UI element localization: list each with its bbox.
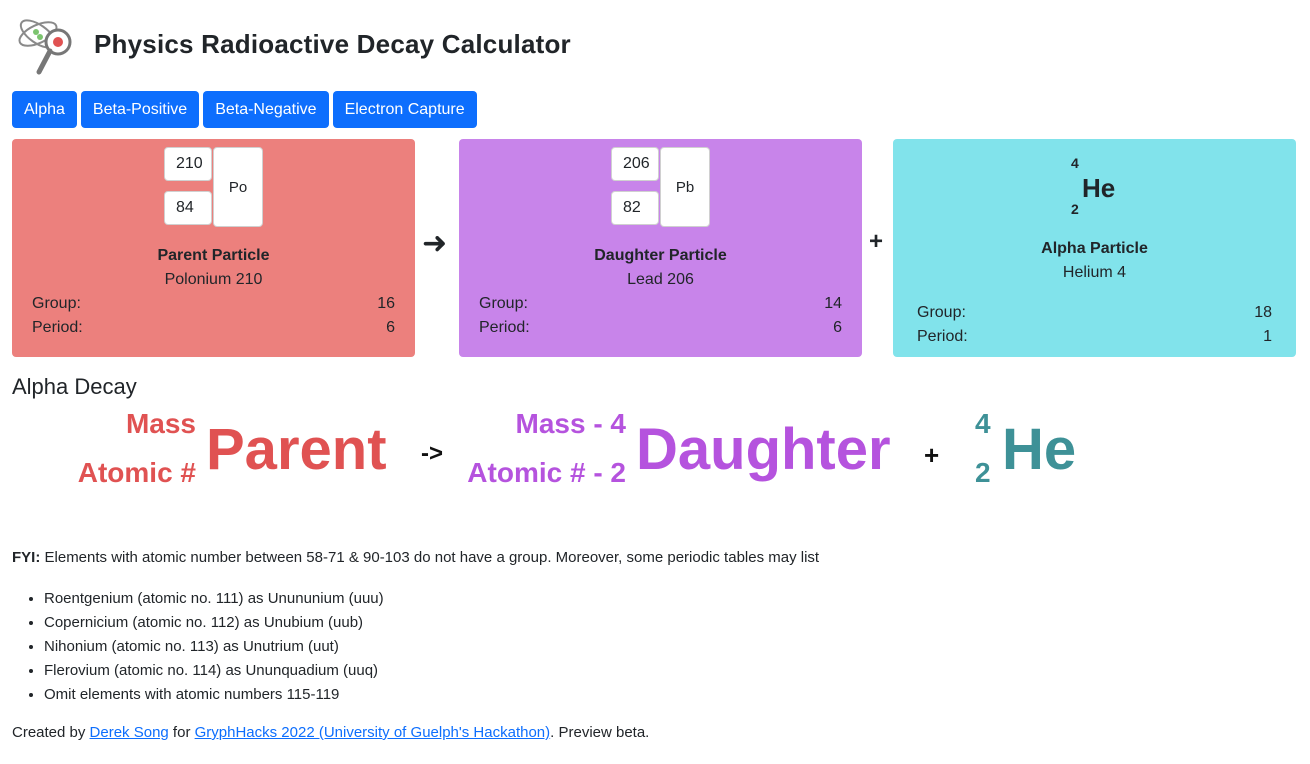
footer-prefix: Created by [12, 724, 90, 741]
tab-alpha[interactable]: Alpha [12, 91, 77, 128]
group-label: Group: [32, 295, 81, 312]
period-label: Period: [32, 319, 83, 336]
alpha-period-row: Period: 1 [917, 328, 1272, 346]
he-atomic-label: 2 [975, 457, 991, 488]
decay-type-tabs: Alpha Beta-Positive Beta-Negative Electr… [12, 91, 477, 128]
parent-period-value: 6 [386, 319, 395, 336]
parent-group-row: Group: 16 [32, 295, 395, 313]
parent-particle-card: Po Parent Particle Polonium 210 Group: 1… [12, 139, 415, 357]
footer-mid: for [168, 724, 195, 741]
daughter-group-value: 14 [824, 295, 842, 312]
helium-symbol: 4 2 He [1071, 155, 1151, 225]
group-label: Group: [479, 295, 528, 312]
plus-icon: + [869, 228, 884, 255]
parent-atomic-label: Atomic # [77, 457, 196, 488]
period-label: Period: [479, 319, 530, 336]
group-label: Group: [917, 304, 966, 321]
parent-symbol: Po [213, 147, 263, 227]
parent-mass-input[interactable] [164, 147, 212, 181]
daughter-name: Lead 206 [627, 271, 694, 288]
daughter-label: Daughter Particle [594, 247, 727, 264]
list-item: Nihonium (atomic no. 113) as Unutrium (u… [44, 635, 384, 659]
footer-suffix: . Preview beta. [550, 724, 650, 741]
alpha-label: Alpha Particle [1041, 240, 1148, 257]
element-notes-list: Roentgenium (atomic no. 111) as Unununiu… [12, 587, 384, 707]
parent-atomic-input[interactable] [164, 191, 212, 225]
equation-title: Alpha Decay [12, 374, 137, 399]
equation-plus: + [924, 440, 940, 470]
fyi-note: FYI: Elements with atomic number between… [12, 549, 819, 566]
daughter-equation-term: Daughter [636, 417, 891, 482]
daughter-atomic-input[interactable] [611, 191, 659, 225]
list-item: Flerovium (atomic no. 114) as Ununquadiu… [44, 659, 384, 683]
parent-group-value: 16 [377, 295, 395, 312]
daughter-element-box: Pb [611, 147, 711, 227]
helium-atomic: 2 [1071, 201, 1079, 217]
alpha-group-value: 18 [1254, 304, 1272, 321]
event-link[interactable]: GryphHacks 2022 (University of Guelph's … [195, 724, 551, 741]
helium-mass: 4 [1071, 155, 1079, 171]
parent-mass-label: Mass [125, 408, 196, 439]
atom-magnifier-icon [18, 19, 72, 75]
daughter-period-value: 6 [833, 319, 842, 336]
list-item: Copernicium (atomic no. 112) as Unubium … [44, 611, 384, 635]
daughter-mass-label: Mass - 4 [515, 408, 627, 439]
period-label: Period: [917, 328, 968, 345]
parent-period-row: Period: 6 [32, 319, 395, 337]
right-arrow-icon: ➜ [422, 227, 448, 260]
page-title: Physics Radioactive Decay Calculator [94, 28, 571, 59]
parent-element-box: Po [164, 147, 264, 227]
parent-equation-term: Parent [206, 417, 387, 482]
daughter-group-row: Group: 14 [479, 295, 842, 313]
parent-name: Polonium 210 [164, 271, 263, 288]
tab-beta-positive[interactable]: Beta-Positive [80, 91, 200, 128]
footer: Created by Derek Song for GryphHacks 202… [12, 724, 649, 741]
helium-symbol-text: He [1082, 173, 1116, 203]
tab-beta-negative[interactable]: Beta-Negative [203, 91, 329, 128]
list-item: Omit elements with atomic numbers 115-11… [44, 683, 384, 707]
alpha-particle-card: 4 2 He Alpha Particle Helium 4 Group: 18… [893, 139, 1296, 357]
daughter-particle-card: Pb Daughter Particle Lead 206 Group: 14 … [459, 139, 862, 357]
he-equation-term: He [1002, 417, 1077, 482]
he-mass-label: 4 [975, 408, 991, 439]
daughter-atomic-label: Atomic # - 2 [467, 457, 626, 488]
alpha-name: Helium 4 [1062, 264, 1127, 281]
tab-electron-capture[interactable]: Electron Capture [332, 91, 477, 128]
daughter-mass-input[interactable] [611, 147, 659, 181]
alpha-group-row: Group: 18 [917, 304, 1272, 322]
author-link[interactable]: Derek Song [90, 724, 169, 741]
fyi-label: FYI: [12, 549, 41, 566]
list-item: Roentgenium (atomic no. 111) as Unununiu… [44, 587, 384, 611]
alpha-period-value: 1 [1263, 328, 1272, 345]
daughter-period-row: Period: 6 [479, 319, 842, 337]
parent-label: Parent Particle [157, 247, 270, 264]
fyi-text: Elements with atomic number between 58-7… [40, 549, 820, 566]
daughter-symbol: Pb [660, 147, 710, 227]
page-header: Physics Radioactive Decay Calculator [14, 12, 571, 76]
